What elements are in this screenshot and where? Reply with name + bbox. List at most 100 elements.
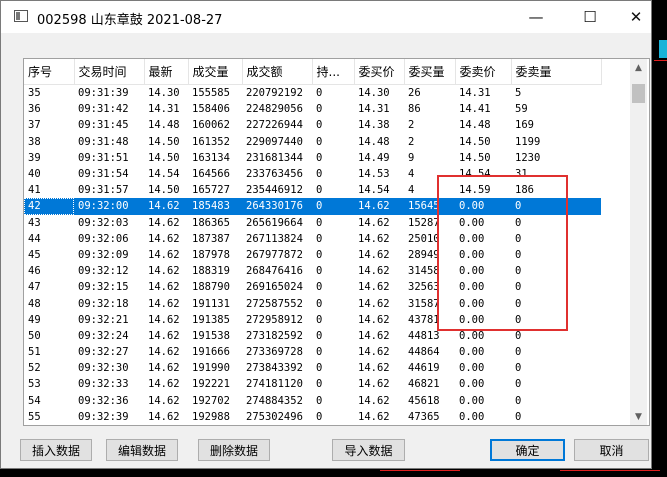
table-cell: 14.62	[358, 232, 390, 245]
column-header[interactable]: 成交量	[188, 59, 243, 85]
minimize-button[interactable]: —	[513, 1, 559, 33]
table-row[interactable]: 39 09:31:51 14.50 163134 231681344 0 14.49 9 14.…	[24, 150, 601, 166]
background-red-line	[380, 470, 460, 471]
table-cell: 09:32:06	[78, 232, 129, 245]
table-cell: 49	[28, 313, 41, 326]
table-row[interactable]: 51 09:32:27 14.62 191666 273369728 0 14.62 4486…	[24, 344, 601, 360]
table-cell: 191990	[192, 362, 230, 375]
scroll-down-icon[interactable]: ▼	[630, 408, 647, 425]
table-cell: 31587	[408, 297, 440, 310]
table-row[interactable]: 44 09:32:06 14.62 187387 267113824 0 14.62 2501…	[24, 231, 601, 247]
table-cell: 2	[408, 135, 415, 148]
scroll-thumb[interactable]	[632, 84, 645, 103]
table-row[interactable]: 47 09:32:15 14.62 188790 269165024 0 14.62 3256…	[24, 279, 601, 295]
table-cell: 14.50	[148, 151, 180, 164]
table-cell: 41	[28, 184, 41, 197]
table-cell: 0	[316, 168, 323, 181]
table-row[interactable]: 37 09:31:45 14.48 160062 227226944 0 14.38 2 14.…	[24, 117, 601, 133]
table-row[interactable]: 55 09:32:39 14.62 192988 275302496 0 14.62 4736…	[24, 409, 601, 425]
table-row[interactable]: 41 09:31:57 14.50 165727 235446912 0 14.54 4 14.…	[24, 182, 601, 198]
table-cell: 14.62	[358, 297, 390, 310]
background-red-line	[654, 60, 667, 61]
table-cell: 0	[316, 378, 323, 391]
table-cell: 0	[511, 198, 601, 215]
column-header[interactable]: 最新	[144, 59, 189, 85]
table-cell: 0	[316, 346, 323, 359]
table-cell: 187387	[192, 232, 230, 245]
table-cell: 32563	[408, 281, 440, 294]
import-data-button[interactable]: 导入数据	[332, 439, 405, 461]
table-row[interactable]: 52 09:32:30 14.62 191990 273843392 0 14.62 4461…	[24, 360, 601, 376]
table-cell: 0	[515, 313, 522, 326]
table-cell: 155585	[192, 87, 230, 100]
table-cell: 35	[28, 87, 41, 100]
table-cell: 0.00	[459, 329, 485, 342]
table-cell: 14.62	[358, 313, 390, 326]
table-row[interactable]: 53 09:32:33 14.62 192221 274181120 0 14.62 4682…	[24, 376, 601, 392]
column-header[interactable]: 委卖价	[455, 59, 512, 85]
table-row[interactable]: 46 09:32:12 14.62 188319 268476416 0 14.62 3145…	[24, 263, 601, 279]
table-cell: 48	[28, 297, 41, 310]
table-cell: 14.62	[358, 362, 390, 375]
table-cell: 0	[316, 394, 323, 407]
table-cell: 09:31:45	[78, 119, 129, 132]
table-row[interactable]: 38 09:31:48 14.50 161352 229097440 0 14.48 2 14.…	[24, 134, 601, 150]
table-cell: 14.54	[358, 184, 390, 197]
table-cell: 25010	[408, 232, 440, 245]
table-cell: 44619	[408, 362, 440, 375]
table-cell: 186	[515, 184, 534, 197]
table-row[interactable]: 36 09:31:42 14.31 158406 224829056 0 14.31 86 14…	[24, 101, 601, 117]
table-cell: 0.00	[459, 216, 485, 229]
table-row[interactable]: 45 09:32:09 14.62 187978 267977872 0 14.62 2894…	[24, 247, 601, 263]
table-cell: 0	[316, 184, 323, 197]
table-cell: 14.62	[148, 394, 180, 407]
title-bar[interactable]: 002598 山东章鼓 2021-08-27 — ☐ ✕	[1, 1, 651, 33]
table-cell: 192221	[192, 378, 230, 391]
table-cell: 14.53	[358, 168, 390, 181]
close-button[interactable]: ✕	[613, 1, 659, 33]
table-row[interactable]: 43 09:32:03 14.62 186365 265619664 0 14.62 1528…	[24, 215, 601, 231]
column-header[interactable]: 委买价	[354, 59, 405, 85]
table-cell: 4	[408, 184, 415, 197]
table-cell: 158406	[192, 103, 230, 116]
table-cell: 14.62	[148, 346, 180, 359]
table-cell: 53	[28, 378, 41, 391]
table-row[interactable]: 54 09:32:36 14.62 192702 274884352 0 14.62 4561…	[24, 393, 601, 409]
table-cell: 1199	[515, 135, 541, 148]
table-cell: 14.38	[358, 119, 390, 132]
column-header[interactable]: 交易时间	[74, 59, 145, 85]
table-cell: 1230	[515, 151, 541, 164]
cancel-button[interactable]: 取消	[574, 439, 649, 461]
table-row[interactable]: 42 09:32:00 14.62 185483 264330176 0 14.62 1564…	[24, 198, 601, 215]
edit-data-button[interactable]: 编辑数据	[106, 439, 178, 461]
table-cell: 0.00	[459, 313, 485, 326]
table-cell: 224829056	[246, 103, 303, 116]
table-cell: 09:32:18	[78, 297, 129, 310]
table-cell: 45618	[408, 394, 440, 407]
background-cyan-marker	[659, 40, 667, 58]
table-row[interactable]: 48 09:32:18 14.62 191131 272587552 0 14.62 3158…	[24, 295, 601, 311]
tick-data-grid[interactable]: 序号 交易时间 最新 成交量 成交额 持... 委买价 委买量 委卖价 委卖量 …	[23, 58, 650, 426]
table-cell: 14.62	[148, 362, 180, 375]
table-cell: 14.62	[148, 216, 180, 229]
ok-button[interactable]: 确定	[490, 439, 565, 461]
table-cell: 09:32:00	[74, 198, 144, 215]
insert-data-button[interactable]: 插入数据	[20, 439, 92, 461]
table-cell: 0	[316, 248, 323, 261]
table-cell: 14.62	[358, 410, 390, 423]
table-row[interactable]: 35 09:31:39 14.30 155585 220792192 0 14.30 26 14…	[24, 85, 601, 102]
column-header[interactable]: 序号	[24, 59, 75, 85]
column-header[interactable]: 持...	[312, 59, 355, 85]
scroll-up-icon[interactable]: ▲	[630, 59, 647, 76]
table-cell: 273182592	[246, 329, 303, 342]
vertical-scrollbar[interactable]: ▲ ▼	[630, 59, 647, 425]
table-row[interactable]: 49 09:32:21 14.62 191385 272958912 0 14.62 4378…	[24, 312, 601, 328]
table-row[interactable]: 50 09:32:24 14.62 191538 273182592 0 14.62 4481…	[24, 328, 601, 344]
column-header[interactable]: 委卖量	[511, 59, 602, 85]
table-row[interactable]: 40 09:31:54 14.54 164566 233763456 0 14.53 4 14.…	[24, 166, 601, 182]
table-cell: 268476416	[246, 265, 303, 278]
column-header[interactable]: 成交额	[242, 59, 313, 85]
column-header[interactable]: 委买量	[404, 59, 456, 85]
delete-data-button[interactable]: 删除数据	[198, 439, 270, 461]
maximize-button[interactable]: ☐	[567, 1, 613, 33]
